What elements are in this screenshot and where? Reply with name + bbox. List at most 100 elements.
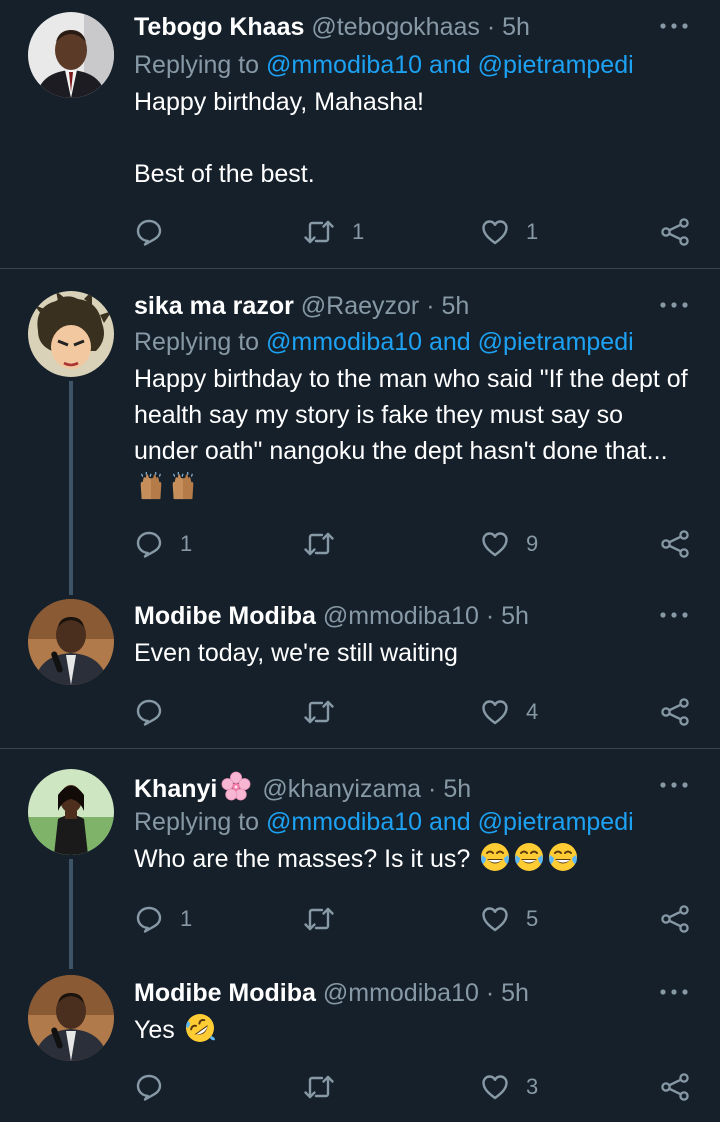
share-icon xyxy=(660,697,690,727)
tweet-actions: 1 1 xyxy=(134,216,694,248)
mention-link[interactable]: @pietrampedi xyxy=(478,51,634,79)
like-count: 3 xyxy=(526,1074,539,1099)
avatar[interactable] xyxy=(28,769,114,855)
share-icon xyxy=(660,217,690,247)
author-handle[interactable]: @tebogokhaas xyxy=(311,13,480,41)
author-handle[interactable]: @khanyizama xyxy=(262,775,421,803)
replying-to: Replying to @mmodiba10 and @pietrampedi xyxy=(134,323,694,361)
separator-dot: · xyxy=(426,292,435,320)
author-name[interactable]: Modibe Modiba xyxy=(134,602,316,630)
retweet-icon xyxy=(302,529,336,559)
share-button[interactable] xyxy=(660,528,690,560)
reply-feed: Tebogo Khaas @tebogokhaas · 5h Replying … xyxy=(0,0,720,1122)
heart-icon xyxy=(480,529,510,559)
retweet-button[interactable] xyxy=(302,1071,352,1103)
avatar[interactable] xyxy=(28,975,114,1061)
thread-line xyxy=(69,381,73,595)
author-name[interactable]: Modibe Modiba xyxy=(134,979,316,1007)
mention-link[interactable]: @pietrampedi xyxy=(478,328,634,356)
mention-link[interactable]: @mmodiba10 xyxy=(266,51,422,79)
tweet-modibe-modiba-yes[interactable]: Modibe Modiba @mmodiba10 · 5h Yes 3 xyxy=(0,957,720,1122)
more-button[interactable] xyxy=(658,986,690,1006)
reply-button[interactable] xyxy=(134,216,180,248)
share-button[interactable] xyxy=(660,1071,690,1103)
tweet-text-block: Yes xyxy=(134,1012,694,1048)
replying-and[interactable]: and xyxy=(422,808,478,836)
like-button[interactable]: 3 xyxy=(480,1071,538,1103)
heart-icon xyxy=(480,697,510,727)
like-button[interactable]: 5 xyxy=(480,903,538,935)
author-name[interactable]: Tebogo Khaas xyxy=(134,13,304,41)
raising-hands-emoji xyxy=(136,471,166,501)
tweet-header: Modibe Modiba @mmodiba10 · 5h xyxy=(134,601,694,631)
tweet-sika-ma-razor[interactable]: sika ma razor @Raeyzor · 5h Replying to … xyxy=(0,269,720,595)
reply-button[interactable]: 1 xyxy=(134,903,192,935)
more-icon xyxy=(658,20,690,32)
reply-count: 1 xyxy=(180,906,193,931)
separator-dot: · xyxy=(486,13,496,41)
retweet-icon xyxy=(302,1072,336,1102)
reply-button[interactable] xyxy=(134,1071,180,1103)
timestamp[interactable]: 5h xyxy=(501,979,529,1007)
tweet-actions: 1 9 xyxy=(134,528,694,560)
heart-icon xyxy=(480,217,510,247)
retweet-button[interactable] xyxy=(302,528,352,560)
reply-button[interactable]: 1 xyxy=(134,528,192,560)
tweet-header: sika ma razor @Raeyzor · 5h xyxy=(134,291,694,321)
more-button[interactable] xyxy=(658,299,690,319)
tweet-actions: 4 xyxy=(134,696,694,728)
share-button[interactable] xyxy=(660,216,690,248)
reply-button[interactable] xyxy=(134,696,180,728)
tweet-text: Happy birthday, Mahasha! Best of the bes… xyxy=(134,88,424,188)
timestamp[interactable]: 5h xyxy=(501,602,529,630)
tweet-text: Even today, we're still waiting xyxy=(134,639,458,667)
tweet-text-block: Happy birthday to the man who said "If t… xyxy=(134,361,689,505)
like-count: 9 xyxy=(526,531,539,556)
more-button[interactable] xyxy=(658,609,690,629)
avatar[interactable] xyxy=(28,291,114,377)
author-handle[interactable]: @mmodiba10 xyxy=(323,602,479,630)
like-button[interactable]: 9 xyxy=(480,528,538,560)
tears-of-joy-emoji xyxy=(479,841,511,873)
reply-icon xyxy=(134,529,164,559)
replying-and[interactable]: and xyxy=(422,51,478,79)
like-button[interactable]: 4 xyxy=(480,696,538,728)
tweet-text: Happy birthday to the man who said "If t… xyxy=(134,365,695,465)
like-button[interactable]: 1 xyxy=(480,216,538,248)
author-name[interactable]: sika ma razor xyxy=(134,292,294,320)
author-handle[interactable]: @mmodiba10 xyxy=(323,979,479,1007)
retweet-icon xyxy=(302,697,336,727)
retweet-button[interactable] xyxy=(302,696,352,728)
author-name[interactable]: Khanyi xyxy=(134,775,217,803)
share-icon xyxy=(660,529,690,559)
mention-link[interactable]: @pietrampedi xyxy=(478,808,634,836)
tweet-modibe-modiba-reply[interactable]: Modibe Modiba @mmodiba10 · 5h Even today… xyxy=(0,585,720,747)
tweet-actions: 3 xyxy=(134,1071,694,1103)
share-button[interactable] xyxy=(660,696,690,728)
more-icon xyxy=(658,986,690,998)
mention-link[interactable]: @mmodiba10 xyxy=(266,328,422,356)
tweet-tebogo-khaas[interactable]: Tebogo Khaas @tebogokhaas · 5h Replying … xyxy=(0,0,720,268)
timestamp[interactable]: 5h xyxy=(443,775,471,803)
retweet-button[interactable] xyxy=(302,903,352,935)
more-icon xyxy=(658,299,690,311)
tweet-khanyi[interactable]: Khanyi @khanyizama · 5h Replying to @mmo… xyxy=(0,749,720,969)
timestamp[interactable]: 5h xyxy=(442,292,470,320)
more-button[interactable] xyxy=(658,20,690,40)
more-button[interactable] xyxy=(658,779,690,799)
share-button[interactable] xyxy=(660,903,690,935)
timestamp[interactable]: 5h xyxy=(502,13,530,41)
tweet-actions: 1 5 xyxy=(134,903,694,935)
more-icon xyxy=(658,779,690,791)
retweet-button[interactable]: 1 xyxy=(302,216,364,248)
replying-prefix: Replying to xyxy=(134,808,267,836)
mention-link[interactable]: @mmodiba10 xyxy=(266,808,422,836)
avatar[interactable] xyxy=(28,599,114,685)
separator-dot: · xyxy=(485,602,495,630)
tweet-header: Khanyi @khanyizama · 5h xyxy=(134,771,694,803)
author-handle[interactable]: @Raeyzor xyxy=(301,292,419,320)
retweet-count: 1 xyxy=(352,219,365,244)
replying-and[interactable]: and xyxy=(422,328,478,356)
avatar[interactable] xyxy=(28,12,114,98)
thread-line xyxy=(69,859,73,969)
